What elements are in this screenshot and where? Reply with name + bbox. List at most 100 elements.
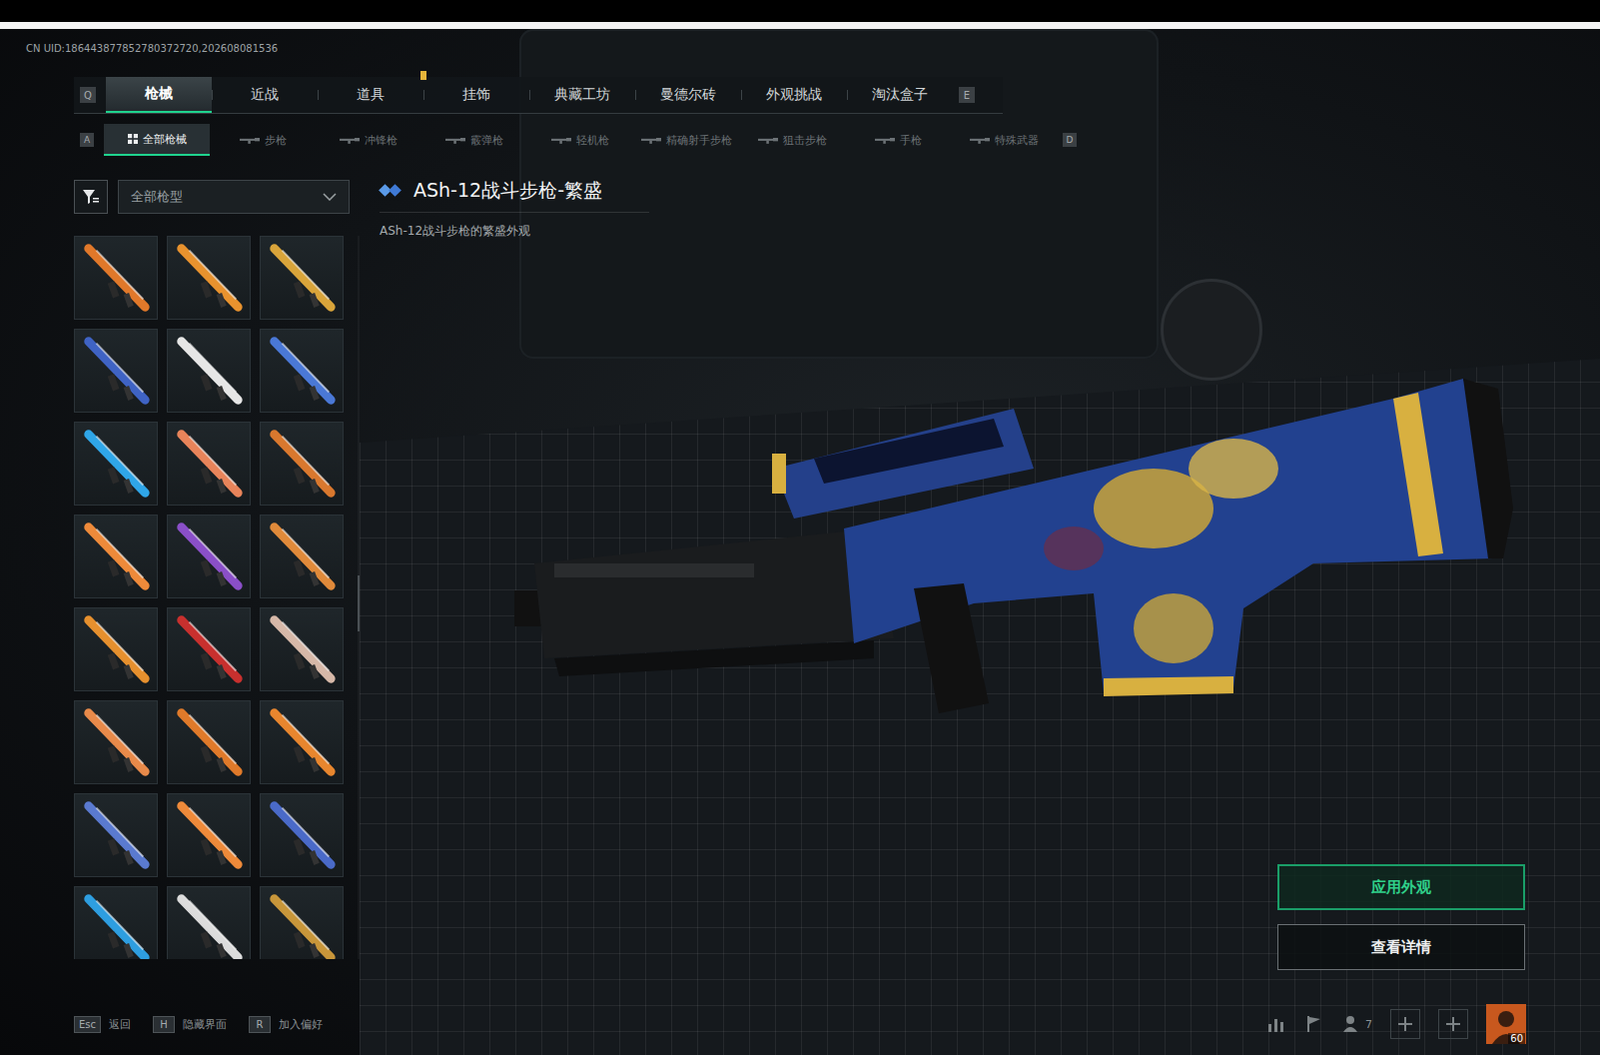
category-tab[interactable]: 道具: [317, 76, 424, 113]
scrollbar-thumb[interactable]: [357, 575, 360, 632]
skin-thumbnail[interactable]: [259, 235, 344, 320]
weapon-class-tab[interactable]: 特殊武器: [950, 123, 1057, 156]
next-tab-key[interactable]: E: [958, 86, 975, 103]
bottom-bar: Esc返回 H隐藏界面 R加入偏好 7 60: [0, 1003, 1600, 1044]
skin-thumbnail[interactable]: [259, 885, 344, 959]
gun-icon: [551, 136, 572, 144]
weapon-class-tab[interactable]: 手枪: [844, 123, 951, 156]
weapon-type-dropdown[interactable]: 全部枪型: [117, 179, 350, 214]
category-tab[interactable]: 近战: [211, 76, 318, 113]
filter-row: 全部枪型: [73, 179, 350, 214]
weapon-class-tab[interactable]: 霰弹枪: [421, 123, 528, 156]
skin-thumbnail[interactable]: [259, 700, 344, 785]
gun-icon: [758, 136, 779, 144]
weapon-class-tabs: A 全部枪械步枪冲锋枪霰弹枪轻机枪精确射手步枪狙击步枪手枪特殊武器 D: [73, 123, 1113, 156]
category-tab[interactable]: 淘汰盒子: [846, 76, 953, 113]
action-button[interactable]: 应用外观: [1277, 863, 1526, 910]
prev-tab-key[interactable]: Q: [79, 86, 96, 103]
skin-thumbnail[interactable]: [259, 514, 344, 599]
filter-icon: [80, 186, 101, 207]
stats-icon[interactable]: [1265, 1013, 1286, 1034]
weapon-thumbnail-icon: [167, 794, 250, 876]
category-tabs: Q 枪械近战道具挂饰典藏工坊曼德尔砖外观挑战淘汰盒子 E: [73, 76, 1003, 114]
skin-thumbnail[interactable]: [73, 700, 158, 785]
weapon-class-tab[interactable]: 狙击步枪: [739, 123, 845, 156]
actions: 应用外观查看详情: [1277, 155, 1526, 1004]
skin-thumbnail[interactable]: [73, 421, 158, 506]
people-icon: [1341, 1013, 1362, 1034]
weapon-thumbnail-icon: [260, 794, 343, 876]
weapon-model[interactable]: [514, 358, 1514, 739]
hotkey[interactable]: R加入偏好: [248, 1015, 323, 1033]
skin-list: [73, 235, 364, 959]
category-tab[interactable]: 典藏工坊: [529, 76, 636, 113]
plus-icon: [1398, 1016, 1413, 1031]
skin-thumbnail[interactable]: [73, 793, 158, 877]
gun-icon: [969, 136, 990, 144]
skin-thumbnail[interactable]: [259, 793, 344, 877]
category-tab[interactable]: 曼德尔砖: [635, 76, 742, 113]
content: 全部枪型 ASh-12战斗步枪-繁盛ASh-12战斗步枪的繁盛外观应用外观查看详情: [0, 155, 1600, 1004]
weapon-thumbnail-icon: [260, 422, 343, 505]
skin-thumbnail[interactable]: [166, 607, 251, 692]
skin-screen: CN UID:186443877852780372720,20260808153…: [0, 0, 1600, 1055]
hotkeys: Esc返回 H隐藏界面 R加入偏好: [73, 1015, 323, 1033]
filter-button[interactable]: [73, 179, 108, 214]
weapon-thumbnail-icon: [167, 236, 250, 319]
weapon-class-tab[interactable]: 轻机枪: [527, 123, 634, 156]
scrollbar[interactable]: [357, 235, 360, 959]
skin-list-panel: 全部枪型: [73, 155, 364, 1004]
weapon-thumbnail-icon: [260, 329, 343, 412]
category-tab[interactable]: 枪械: [105, 76, 212, 113]
skin-thumbnail[interactable]: [259, 421, 344, 506]
hotkey[interactable]: Esc返回: [73, 1015, 131, 1033]
top-line: [0, 21, 1600, 29]
flag-icon[interactable]: [1303, 1013, 1324, 1034]
skin-thumbnail[interactable]: [259, 328, 344, 413]
skin-thumbnail[interactable]: [166, 793, 251, 877]
player-avatar[interactable]: 60: [1486, 1003, 1527, 1044]
skin-thumbnail[interactable]: [73, 328, 158, 413]
gun-icon: [874, 136, 895, 144]
category-tab[interactable]: 挂饰: [423, 76, 530, 113]
header: CN UID:186443877852780372720,20260808153…: [0, 28, 1600, 77]
skin-thumbnail[interactable]: [166, 328, 251, 413]
weapon-thumbnail-icon: [260, 886, 343, 959]
weapon-class-tab[interactable]: 步枪: [209, 123, 316, 156]
skin-thumbnail[interactable]: [166, 514, 251, 599]
weapon-class-tab[interactable]: 全部枪械: [103, 123, 210, 156]
action-button[interactable]: 查看详情: [1277, 923, 1526, 970]
weapon-thumbnail-icon: [167, 886, 250, 959]
skin-thumbnail[interactable]: [166, 885, 251, 959]
skin-thumbnail[interactable]: [259, 607, 344, 692]
weapon-thumbnail-icon: [167, 608, 250, 691]
skin-thumbnail[interactable]: [73, 607, 158, 692]
next-class-key[interactable]: D: [1062, 132, 1077, 147]
weapon-thumbnail-icon: [74, 329, 157, 412]
weapon-thumbnail-icon: [74, 701, 157, 784]
skin-title-row: ASh-12战斗步枪-繁盛: [379, 177, 650, 213]
skin-thumbnail[interactable]: [73, 235, 158, 320]
friends-button[interactable]: 7: [1341, 1013, 1373, 1034]
add-button[interactable]: [1390, 1008, 1421, 1039]
weapon-thumbnail-icon: [260, 701, 343, 784]
skin-thumbnail[interactable]: [73, 514, 158, 599]
player-level: 60: [1508, 1032, 1526, 1044]
weapon-thumbnail-icon: [74, 886, 157, 959]
add-button[interactable]: [1438, 1008, 1469, 1039]
prev-class-key[interactable]: A: [79, 132, 94, 147]
category-tab[interactable]: 外观挑战: [741, 76, 847, 113]
skin-thumbnail[interactable]: [166, 421, 251, 506]
weapon-class-tab[interactable]: 精确射手步枪: [633, 123, 740, 156]
status-icons: 7 60: [1265, 1003, 1527, 1044]
chevron-down-icon: [322, 192, 337, 201]
weapon-thumbnail-icon: [74, 422, 157, 505]
hotkey[interactable]: H隐藏界面: [152, 1015, 227, 1033]
skin-thumbnail[interactable]: [166, 700, 251, 785]
skin-info: ASh-12战斗步枪-繁盛ASh-12战斗步枪的繁盛外观: [363, 155, 1278, 1004]
weapon-class-tab[interactable]: 冲锋枪: [315, 123, 422, 156]
skin-thumbnail[interactable]: [166, 235, 251, 320]
grid-icon: [127, 133, 138, 144]
weapon-thumbnail-icon: [167, 515, 250, 598]
skin-thumbnail[interactable]: [73, 885, 158, 959]
